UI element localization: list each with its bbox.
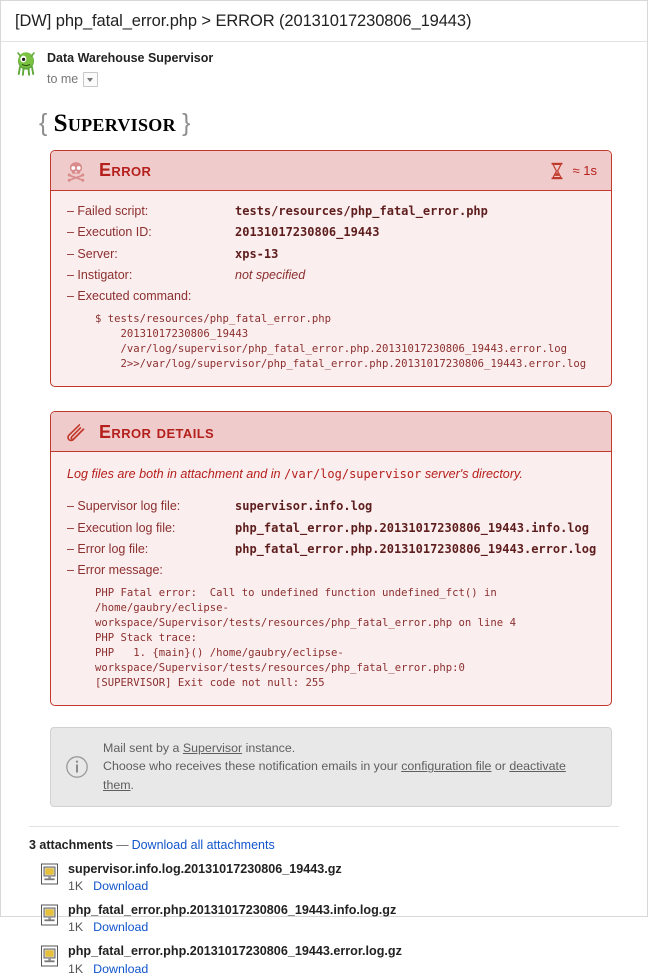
info-line2-middle: or (491, 759, 510, 774)
table-row: – Server: xps-13 (65, 245, 597, 266)
executed-command-block: $ tests/resources/php_fatal_error.php 20… (95, 313, 587, 371)
info-circle-icon (65, 755, 89, 779)
log-location-note: Log files are both in attachment and in … (67, 467, 597, 481)
supervisor-link[interactable]: Supervisor (183, 741, 242, 755)
sender-name: Data Warehouse Supervisor (47, 51, 214, 65)
error-panel-title: Error (99, 160, 152, 181)
error-details-panel: Error details Log files are both in atta… (50, 411, 612, 706)
error-panel-timing: ≈ 1s (550, 162, 597, 180)
chevron-down-icon[interactable] (83, 71, 99, 87)
logo-close-brace: } (182, 108, 191, 137)
error-details-panel-header: Error details (51, 412, 611, 453)
list-item[interactable]: php_fatal_error.php.20131017230806_19443… (29, 902, 619, 934)
list-item[interactable]: php_fatal_error.php.20131017230806_19443… (29, 943, 619, 976)
attachments-header: 3 attachments — Download all attachments (29, 838, 619, 852)
field-value: 20131017230806_19443 (235, 225, 380, 240)
attachment-size: 1K (68, 961, 84, 976)
field-label: – Execution ID: (67, 225, 152, 240)
attachment-name: php_fatal_error.php.20131017230806_19443… (68, 903, 397, 917)
table-row: – Instigator: not specified (65, 266, 597, 287)
info-box: Mail sent by a Supervisor instance. Choo… (50, 726, 612, 807)
info-box-text: Mail sent by a Supervisor instance. Choo… (103, 739, 597, 795)
attachment-download-link[interactable]: Download (93, 962, 148, 976)
download-all-attachments-link[interactable]: Download all attachments (132, 838, 275, 852)
attachment-meta: 1K Download (68, 962, 402, 976)
attachments-count: 3 attachments (29, 837, 114, 852)
field-value (235, 561, 597, 582)
list-item[interactable]: supervisor.info.log.20131017230806_19443… (29, 861, 619, 893)
error-panel-duration: ≈ 1s (572, 163, 597, 179)
field-value: supervisor.info.log (235, 499, 373, 514)
field-label: – Error log file: (67, 542, 149, 557)
field-label: – Failed script: (67, 203, 149, 218)
attachment-size: 1K (68, 879, 84, 893)
hourglass-icon (550, 162, 564, 180)
field-value: not specified (235, 267, 306, 282)
error-panel-fields: – Failed script: tests/resources/php_fat… (65, 202, 597, 308)
field-label: – Error message: (67, 563, 163, 578)
attachments-section: 3 attachments — Download all attachments s… (29, 825, 619, 976)
info-line2-prefix: Choose who receives these notification e… (103, 759, 402, 774)
error-details-fields: – Supervisor log file: supervisor.info.l… (65, 497, 597, 582)
info-box-line-1: Mail sent by a Supervisor instance. (103, 739, 597, 758)
mail-subject: [DW] php_fatal_error.php > ERROR (201310… (1, 1, 647, 42)
error-details-panel-body: Log files are both in attachment and in … (51, 452, 611, 705)
file-attachment-icon (40, 863, 60, 885)
attachment-size: 1K (68, 920, 84, 935)
table-row: – Failed script: tests/resources/php_fat… (65, 202, 597, 223)
monster-avatar-icon (15, 51, 37, 77)
field-label: – Execution log file: (67, 520, 176, 535)
table-row: – Executed command: (65, 287, 597, 308)
field-label: – Executed command: (67, 289, 192, 304)
field-label: – Instigator: (67, 267, 133, 282)
field-value: tests/resources/php_fatal_error.php (235, 203, 488, 218)
supervisor-logo: { Supervisor } (39, 109, 633, 138)
table-row: – Execution ID: 20131017230806_19443 (65, 223, 597, 244)
attachment-download-link[interactable]: Download (93, 879, 148, 893)
recipient-label: to me (47, 71, 79, 86)
field-value: xps-13 (235, 246, 279, 261)
field-value (235, 287, 597, 308)
field-value: php_fatal_error.php.20131017230806_19443… (235, 542, 597, 557)
info-line1-suffix: instance. (242, 740, 296, 755)
info-box-line-2: Choose who receives these notification e… (103, 757, 597, 794)
paperclip-icon (65, 421, 87, 443)
error-panel: Error ≈ 1s – Failed script: tests/resour (50, 149, 612, 388)
configuration-file-link[interactable]: configuration file (401, 759, 491, 773)
attachments-dash: — (116, 837, 129, 852)
info-line2-suffix: . (130, 778, 134, 793)
attachment-name: supervisor.info.log.20131017230806_19443… (68, 861, 342, 876)
error-message-block: PHP Fatal error: Call to undefined funct… (95, 586, 516, 689)
attachment-meta: 1K Download (68, 879, 342, 893)
attachment-download-link[interactable]: Download (93, 920, 148, 934)
field-value: php_fatal_error.php.20131017230806_19443… (235, 520, 590, 535)
attachment-meta: 1K Download (68, 920, 396, 934)
field-label: – Supervisor log file: (67, 499, 181, 514)
logo-open-brace: { (39, 108, 48, 137)
table-row: – Error message: (65, 561, 597, 582)
error-panel-body: – Failed script: tests/resources/php_fat… (51, 191, 611, 387)
file-attachment-icon (40, 904, 60, 926)
recipient-line: to me (47, 71, 213, 88)
logo-word: Supervisor (53, 109, 176, 137)
error-details-panel-title: Error details (99, 421, 215, 442)
file-attachment-icon (40, 945, 60, 967)
attachment-name: php_fatal_error.php.20131017230806_19443… (68, 944, 402, 959)
note-suffix: server's directory. (421, 467, 523, 482)
table-row: – Supervisor log file: supervisor.info.l… (65, 497, 597, 518)
info-line1-prefix: Mail sent by a (103, 740, 183, 755)
sender-row: Data Warehouse Supervisor to me (1, 42, 647, 92)
error-panel-header: Error ≈ 1s (51, 150, 611, 191)
note-path: /var/log/supervisor (284, 467, 422, 482)
note-prefix: Log files are both in attachment and in (67, 467, 285, 482)
skull-and-crossbones-icon (65, 160, 87, 182)
field-label: – Server: (67, 246, 118, 261)
table-row: – Error log file: php_fatal_error.php.20… (65, 540, 597, 561)
table-row: – Execution log file: php_fatal_error.ph… (65, 519, 597, 540)
